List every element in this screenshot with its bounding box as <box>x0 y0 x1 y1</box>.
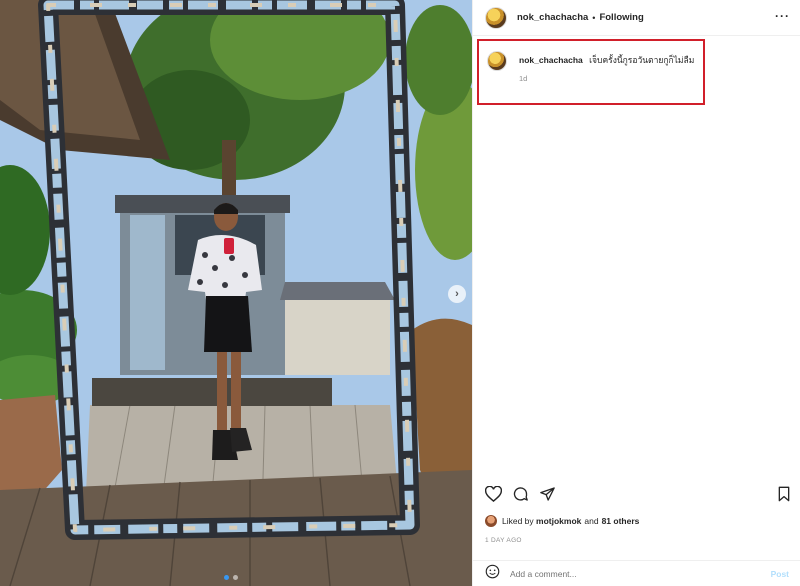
caption-username[interactable]: nok_chachacha <box>519 55 583 65</box>
caption-avatar[interactable] <box>487 51 507 71</box>
smiley-icon[interactable] <box>485 564 500 584</box>
header-separator: • <box>592 12 596 23</box>
likes-others-link[interactable]: 81 others <box>602 516 640 526</box>
likes-prefix: Liked by <box>502 516 534 526</box>
post-side-panel: nok_chachacha • Following ··· nok_chacha… <box>472 0 800 586</box>
post-comment-button[interactable]: Post <box>771 569 789 579</box>
chevron-right-icon: › <box>455 288 459 300</box>
caption-body: เจ็บครั้งนี้กูรอวันตายกูก็ไม่ลืม <box>589 55 695 65</box>
photo-illustration <box>0 0 472 586</box>
post-header: nok_chachacha • Following ··· <box>473 0 800 36</box>
caption-timestamp[interactable]: 1d <box>519 74 695 83</box>
caption-text: nok_chachacha เจ็บครั้งนี้กูรอวันตายกูก็… <box>519 54 694 66</box>
post-photo[interactable]: › <box>0 0 472 586</box>
liker-avatar[interactable] <box>485 515 497 527</box>
author-username[interactable]: nok_chachacha <box>517 12 588 23</box>
post-date[interactable]: 1 DAY AGO <box>485 537 522 544</box>
likes-summary: Liked by motjokmok and 81 others <box>485 515 639 527</box>
comment-input[interactable] <box>510 568 740 579</box>
more-horizontal-icon[interactable]: ··· <box>775 10 790 22</box>
author-avatar[interactable] <box>485 6 507 29</box>
caption-row: nok_chachacha เจ็บครั้งนี้กูรอวันตายกูก็… <box>487 51 695 71</box>
liker-username[interactable]: motjokmok <box>536 516 581 526</box>
action-bar <box>484 485 791 507</box>
carousel-next-button[interactable]: › <box>448 285 466 303</box>
caption-highlight-box: nok_chachacha เจ็บครั้งนี้กูรอวันตายกูก็… <box>477 39 705 105</box>
send-icon[interactable] <box>539 486 556 507</box>
heart-icon[interactable] <box>484 485 503 507</box>
comment-icon[interactable] <box>512 486 529 507</box>
carousel-dot <box>233 575 238 580</box>
bookmark-icon[interactable] <box>777 486 791 507</box>
carousel-dots <box>224 575 238 580</box>
carousel-dot-active <box>224 575 229 580</box>
comment-bar: Post <box>473 560 800 586</box>
likes-and: and <box>584 516 599 526</box>
following-button[interactable]: Following <box>599 12 643 23</box>
